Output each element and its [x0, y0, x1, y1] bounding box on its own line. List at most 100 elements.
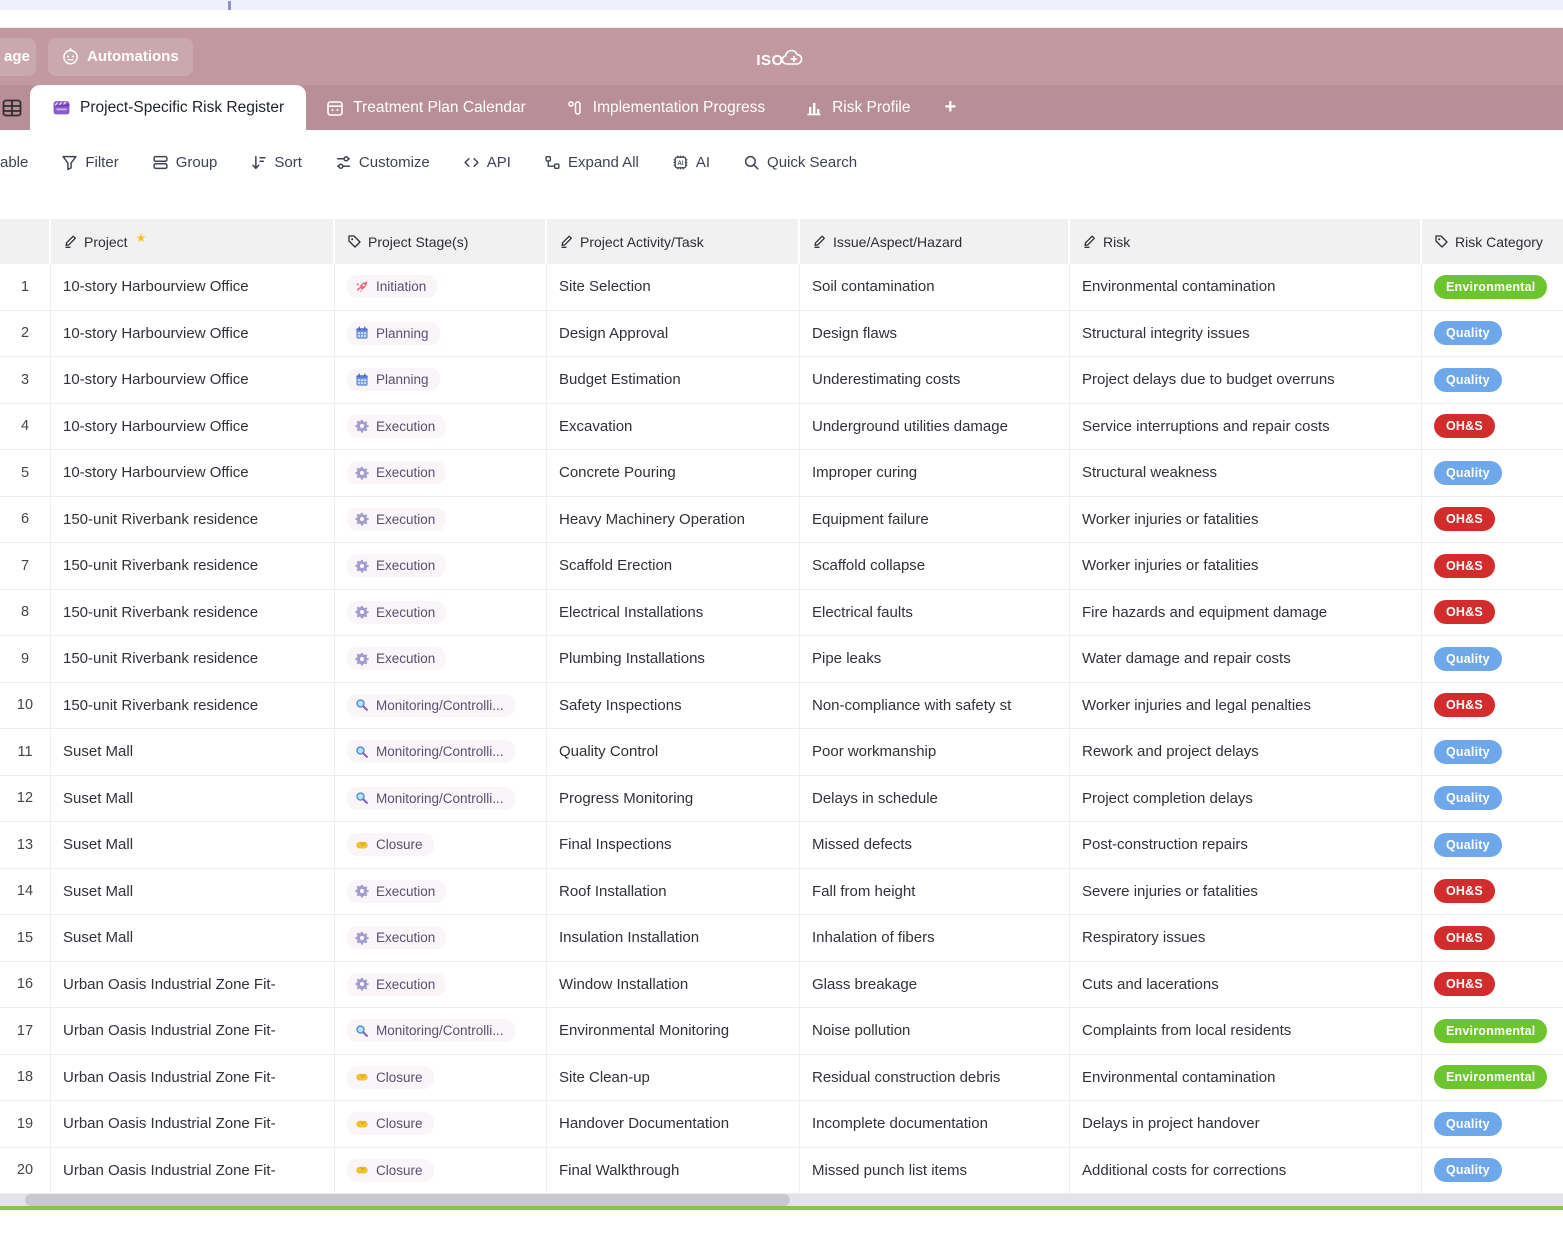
cell-project-stage[interactable]: Execution [335, 962, 547, 1008]
cell-issue-aspect-hazard[interactable]: Incomplete documentation [800, 1101, 1070, 1147]
cell-project-stage[interactable]: Execution [335, 450, 547, 496]
cell-project[interactable]: 10-story Harbourview Office [51, 404, 335, 450]
header-risk-category[interactable]: Risk Category [1422, 219, 1563, 264]
cell-project[interactable]: Urban Oasis Industrial Zone Fit- [51, 1101, 335, 1147]
cell-project[interactable]: Urban Oasis Industrial Zone Fit- [51, 1148, 335, 1194]
risk-category-badge[interactable]: OH&S [1434, 693, 1495, 717]
cell-activity-task[interactable]: Progress Monitoring [547, 776, 800, 822]
cell-project-stage[interactable]: Execution [335, 915, 547, 961]
table-row[interactable]: 510-story Harbourview OfficeExecutionCon… [0, 450, 1563, 497]
cell-project-stage[interactable]: Execution [335, 590, 547, 636]
cell-activity-task[interactable]: Heavy Machinery Operation [547, 497, 800, 543]
risk-category-badge[interactable]: Environmental [1434, 1019, 1547, 1043]
manage-button[interactable]: age [0, 38, 36, 76]
cell-risk[interactable]: Worker injuries or fatalities [1070, 497, 1422, 543]
cell-risk[interactable]: Cuts and lacerations [1070, 962, 1422, 1008]
ai-button[interactable]: AI AI [672, 154, 710, 171]
stage-tag[interactable]: Execution [347, 647, 446, 670]
cell-project[interactable]: Suset Mall [51, 915, 335, 961]
stage-tag[interactable]: Execution [347, 415, 446, 438]
cell-issue-aspect-hazard[interactable]: Electrical faults [800, 590, 1070, 636]
risk-category-badge[interactable]: Quality [1434, 1158, 1502, 1182]
cell-project[interactable]: 150-unit Riverbank residence [51, 683, 335, 729]
cell-project[interactable]: Suset Mall [51, 869, 335, 915]
cell-project[interactable]: Urban Oasis Industrial Zone Fit- [51, 1008, 335, 1054]
row-number[interactable]: 13 [0, 822, 51, 868]
row-number[interactable]: 15 [0, 915, 51, 961]
stage-tag[interactable]: Execution [347, 880, 446, 903]
cell-activity-task[interactable]: Site Clean-up [547, 1055, 800, 1101]
api-button[interactable]: API [463, 154, 511, 171]
cell-issue-aspect-hazard[interactable]: Poor workmanship [800, 729, 1070, 775]
cell-project[interactable]: Urban Oasis Industrial Zone Fit- [51, 1055, 335, 1101]
risk-category-badge[interactable]: Quality [1434, 740, 1502, 764]
table-row[interactable]: 19Urban Oasis Industrial Zone Fit-Closur… [0, 1101, 1563, 1148]
cell-activity-task[interactable]: Plumbing Installations [547, 636, 800, 682]
cell-project-stage[interactable]: Monitoring/Controlli... [335, 1008, 547, 1054]
stage-tag[interactable]: Monitoring/Controlli... [347, 787, 515, 810]
cell-risk[interactable]: Fire hazards and equipment damage [1070, 590, 1422, 636]
cell-activity-task[interactable]: Concrete Pouring [547, 450, 800, 496]
cell-risk-category[interactable]: OH&S [1422, 683, 1563, 729]
cell-issue-aspect-hazard[interactable]: Missed defects [800, 822, 1070, 868]
cell-project[interactable]: Suset Mall [51, 776, 335, 822]
table-view-button[interactable]: able [0, 154, 28, 171]
horizontal-scrollbar[interactable] [0, 1194, 1563, 1206]
row-number[interactable]: 1 [0, 264, 51, 310]
stage-tag[interactable]: Initiation [347, 275, 437, 298]
stage-tag[interactable]: Closure [347, 1066, 434, 1089]
risk-category-badge[interactable]: OH&S [1434, 507, 1495, 531]
row-number[interactable]: 20 [0, 1148, 51, 1194]
cell-risk[interactable]: Environmental contamination [1070, 1055, 1422, 1101]
risk-category-badge[interactable]: Quality [1434, 461, 1502, 485]
cell-risk[interactable]: Environmental contamination [1070, 264, 1422, 310]
table-row[interactable]: 14Suset MallExecutionRoof InstallationFa… [0, 869, 1563, 916]
group-button[interactable]: Group [152, 154, 218, 171]
row-number[interactable]: 3 [0, 357, 51, 403]
stage-tag[interactable]: Monitoring/Controlli... [347, 740, 515, 763]
cell-risk[interactable]: Worker injuries and legal penalties [1070, 683, 1422, 729]
cell-activity-task[interactable]: Safety Inspections [547, 683, 800, 729]
cell-risk-category[interactable]: Quality [1422, 636, 1563, 682]
header-project[interactable]: Project ★ [51, 219, 335, 264]
cell-risk[interactable]: Service interruptions and repair costs [1070, 404, 1422, 450]
cell-project[interactable]: 150-unit Riverbank residence [51, 636, 335, 682]
cell-project[interactable]: 10-story Harbourview Office [51, 450, 335, 496]
row-number[interactable]: 2 [0, 311, 51, 357]
table-row[interactable]: 8150-unit Riverbank residenceExecutionEl… [0, 590, 1563, 637]
customize-button[interactable]: Customize [335, 154, 430, 171]
table-row[interactable]: 7150-unit Riverbank residenceExecutionSc… [0, 543, 1563, 590]
cell-issue-aspect-hazard[interactable]: Missed punch list items [800, 1148, 1070, 1194]
cell-risk-category[interactable]: Quality [1422, 1148, 1563, 1194]
row-number[interactable]: 11 [0, 729, 51, 775]
cell-issue-aspect-hazard[interactable]: Fall from height [800, 869, 1070, 915]
stage-tag[interactable]: Execution [347, 926, 446, 949]
tab-implementation-progress[interactable]: Implementation Progress [546, 85, 785, 130]
row-number[interactable]: 14 [0, 869, 51, 915]
row-number[interactable]: 4 [0, 404, 51, 450]
cell-issue-aspect-hazard[interactable]: Soil contamination [800, 264, 1070, 310]
cell-risk-category[interactable]: Quality [1422, 776, 1563, 822]
cell-project-stage[interactable]: Closure [335, 822, 547, 868]
cell-risk-category[interactable]: OH&S [1422, 869, 1563, 915]
cell-risk-category[interactable]: Environmental [1422, 1055, 1563, 1101]
cell-project[interactable]: Suset Mall [51, 822, 335, 868]
stage-tag[interactable]: Closure [347, 1112, 434, 1135]
risk-category-badge[interactable]: Quality [1434, 647, 1502, 671]
cell-risk-category[interactable]: OH&S [1422, 590, 1563, 636]
cell-risk[interactable]: Water damage and repair costs [1070, 636, 1422, 682]
cell-risk-category[interactable]: Quality [1422, 729, 1563, 775]
cell-project-stage[interactable]: Planning [335, 311, 547, 357]
risk-category-badge[interactable]: OH&S [1434, 879, 1495, 903]
stage-tag[interactable]: Execution [347, 554, 446, 577]
cell-issue-aspect-hazard[interactable]: Inhalation of fibers [800, 915, 1070, 961]
stage-tag[interactable]: Monitoring/Controlli... [347, 694, 515, 717]
stage-tag[interactable]: Execution [347, 973, 446, 996]
cell-project-stage[interactable]: Execution [335, 869, 547, 915]
cell-activity-task[interactable]: Excavation [547, 404, 800, 450]
cell-project[interactable]: 150-unit Riverbank residence [51, 497, 335, 543]
cell-risk-category[interactable]: Environmental [1422, 264, 1563, 310]
cell-project-stage[interactable]: Monitoring/Controlli... [335, 683, 547, 729]
cell-project-stage[interactable]: Planning [335, 357, 547, 403]
cell-project[interactable]: 10-story Harbourview Office [51, 264, 335, 310]
